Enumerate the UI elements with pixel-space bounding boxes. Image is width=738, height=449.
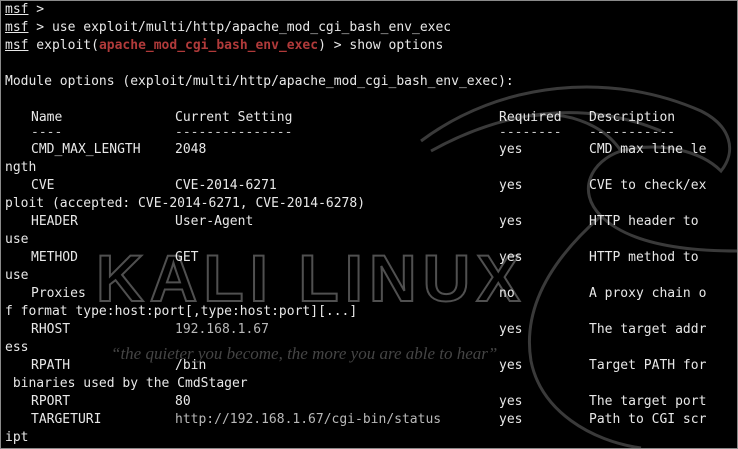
- option-value: 80: [175, 394, 191, 409]
- option-name: TARGETURI: [31, 412, 102, 427]
- option-name: RPATH: [31, 358, 71, 373]
- option-wrap-line: use: [5, 232, 29, 247]
- command-text: > use exploit/multi/http/apache_mod_cgi_…: [28, 20, 452, 35]
- option-row: TARGETURI http://192.168.1.67/cgi-bin/sta…: [5, 411, 735, 429]
- option-row: RPORT 80 yes The target port: [5, 393, 735, 411]
- option-description: The target port: [589, 394, 707, 409]
- option-name: CMD_MAX_LENGTH: [31, 142, 141, 157]
- option-required: no: [499, 286, 515, 301]
- option-name: RPORT: [31, 394, 71, 409]
- option-name: HEADER: [31, 214, 78, 229]
- option-wrap-line: ploit (accepted: CVE-2014-6271, CVE-2014…: [5, 196, 366, 211]
- option-value: http://192.168.1.67/cgi-bin/status: [175, 412, 442, 427]
- option-value: CVE-2014-6271: [175, 178, 277, 193]
- option-required: yes: [499, 322, 523, 337]
- option-description: Target PATH for: [589, 358, 707, 373]
- option-wrap-line: f format type:host:port[,type:host:port]…: [5, 304, 358, 319]
- option-row: METHOD GET yes HTTP method to: [5, 249, 735, 267]
- option-description: The target addr: [589, 322, 707, 337]
- module-name: apache_mod_cgi_bash_env_exec: [98, 38, 319, 53]
- option-required: yes: [499, 214, 523, 229]
- option-description: HTTP header to: [589, 214, 699, 229]
- option-description: A proxy chain o: [589, 286, 707, 301]
- option-value: 192.168.1.67: [175, 322, 269, 337]
- option-required: yes: [499, 142, 523, 157]
- option-required: yes: [499, 394, 523, 409]
- option-value: /bin: [175, 358, 207, 373]
- option-row: CVE CVE-2014-6271 yes CVE to check/ex: [5, 177, 735, 195]
- option-description: HTTP method to: [589, 250, 699, 265]
- msf-prompt: msf: [5, 20, 29, 35]
- option-description: CMD max line le: [589, 142, 707, 157]
- prompt-line: msf exploit(apache_mod_cgi_bash_env_exec…: [5, 38, 444, 53]
- terminal-output: msf > msf > use exploit/multi/http/apach…: [5, 1, 735, 447]
- module-options-header: Module options (exploit/multi/http/apach…: [5, 74, 514, 89]
- option-value: GET: [175, 250, 199, 265]
- option-row: Proxies no A proxy chain o: [5, 285, 735, 303]
- options-table: CMD_MAX_LENGTH 2048 yes CMD max line le ngth…: [5, 141, 735, 447]
- prompt-line: msf > use exploit/multi/http/apache_mod_…: [5, 19, 735, 37]
- option-required: yes: [499, 178, 523, 193]
- option-value: User-Agent: [175, 214, 254, 229]
- option-row: HEADER User-Agent yes HTTP header to: [5, 213, 735, 231]
- option-name: Proxies: [31, 286, 86, 301]
- option-name: METHOD: [31, 250, 78, 265]
- option-name: RHOST: [31, 322, 71, 337]
- prompt-line: msf >: [5, 2, 45, 17]
- option-name: CVE: [31, 178, 55, 193]
- command-text: ) > show options: [318, 38, 444, 53]
- option-required: yes: [499, 250, 523, 265]
- terminal-window[interactable]: KALI LINUX “the quieter you become, the …: [0, 0, 738, 449]
- option-wrap-line: ess: [5, 340, 29, 355]
- option-description: Path to CGI scr: [589, 412, 707, 427]
- option-row: RPATH/bin yes Target PATH for: [5, 357, 735, 375]
- option-required: yes: [499, 412, 523, 427]
- column-underlines: ---- --------------- -------- ----------…: [31, 125, 676, 140]
- option-wrap-line: use: [5, 268, 29, 283]
- option-description: CVE to check/ex: [589, 178, 707, 193]
- option-wrap-line: ipt: [5, 430, 29, 445]
- msf-prompt: msf: [5, 2, 29, 17]
- option-wrap-line: ngth: [5, 160, 37, 175]
- option-row: CMD_MAX_LENGTH 2048 yes CMD max line le: [5, 141, 735, 159]
- option-row: RHOST 192.168.1.67 yes The target addr: [5, 321, 735, 339]
- option-required: yes: [499, 358, 523, 373]
- option-value: 2048: [175, 142, 207, 157]
- option-wrap-line: binaries used by the CmdStager: [5, 376, 248, 391]
- msf-prompt: msf: [5, 38, 29, 53]
